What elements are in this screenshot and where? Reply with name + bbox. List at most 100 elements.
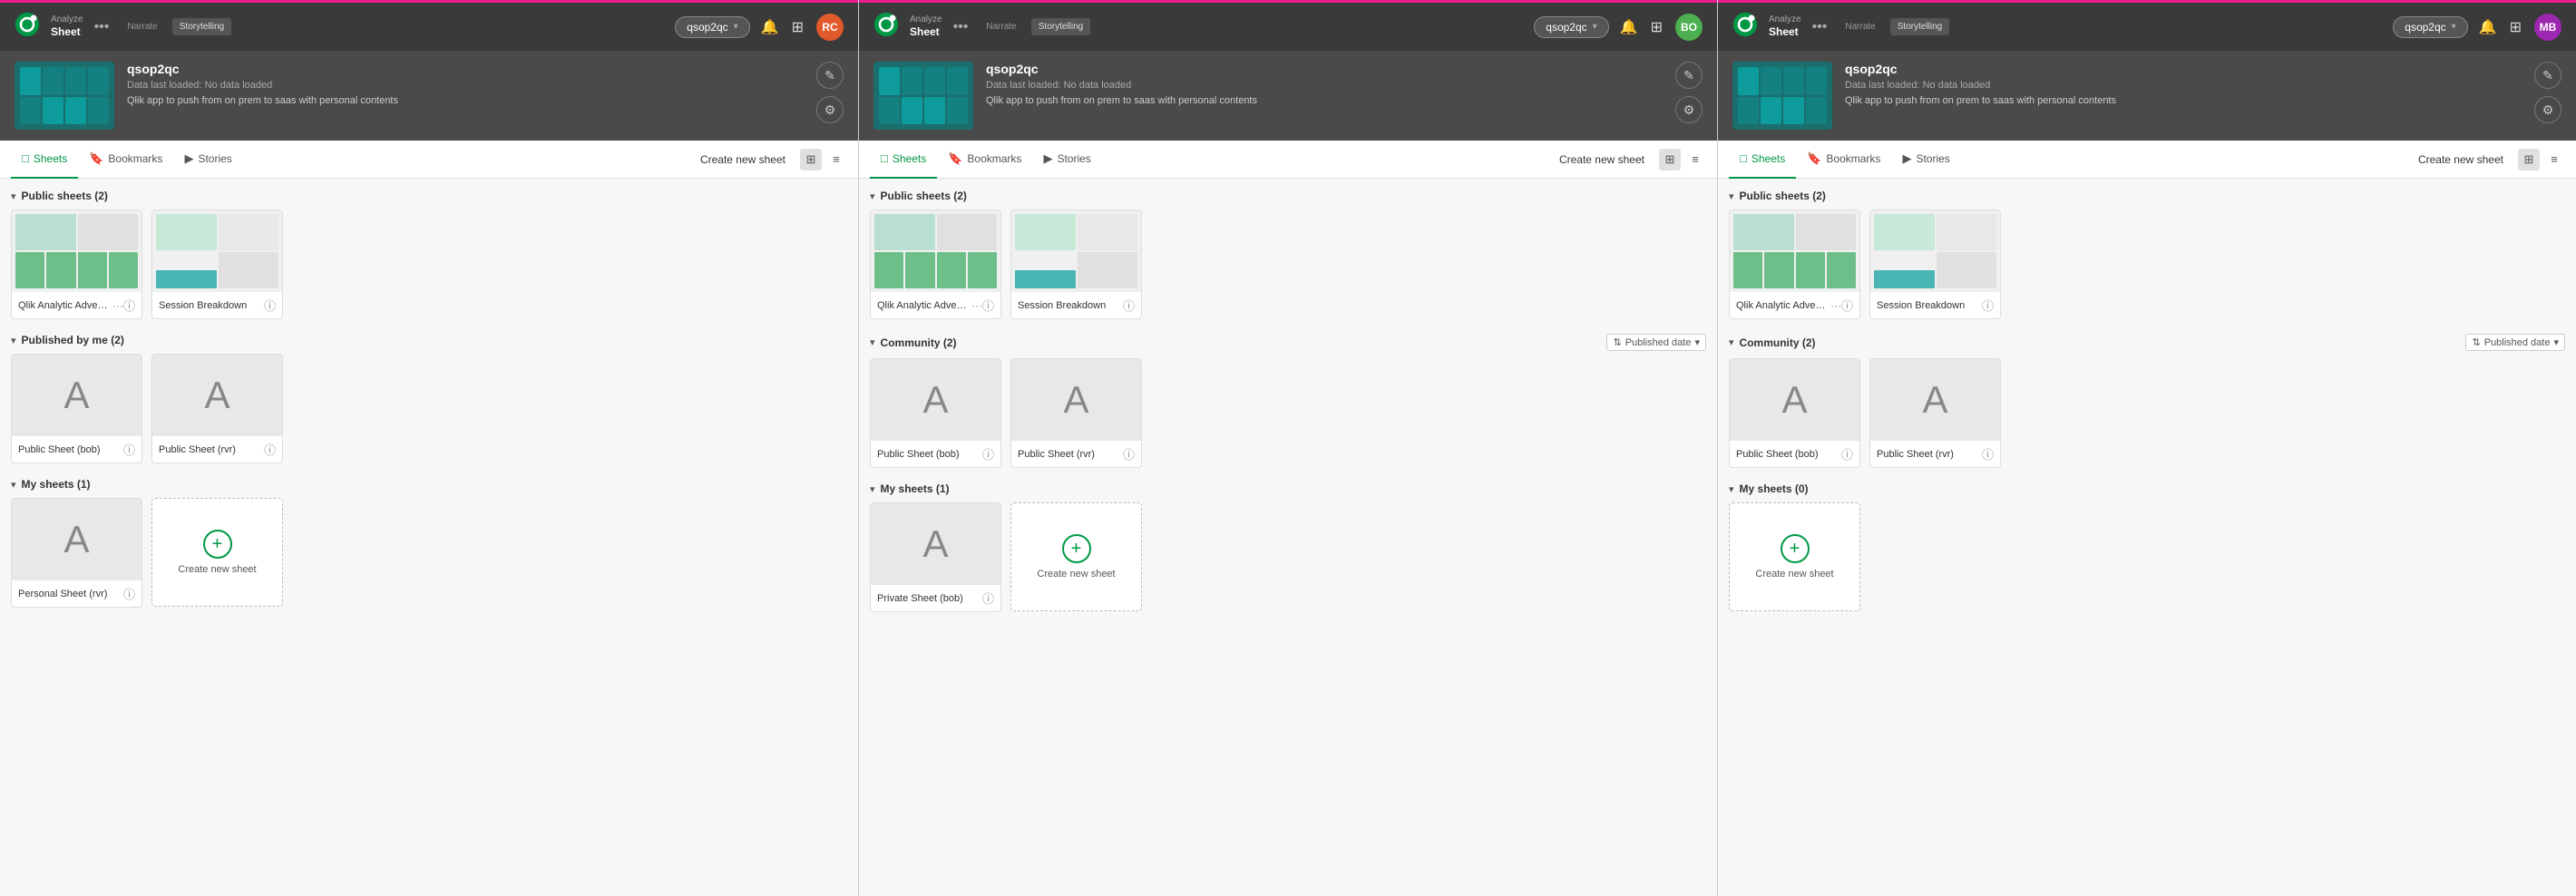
grid-view-button[interactable]: ⊞ xyxy=(2518,149,2540,170)
section-header[interactable]: ▾ Published by me (2) xyxy=(11,334,847,346)
info-icon[interactable]: ⓘ xyxy=(123,585,135,602)
settings-button[interactable]: ⚙ xyxy=(816,96,844,123)
topbar-more-icon[interactable]: ••• xyxy=(953,19,969,35)
section-header[interactable]: ▾ Community (2) ⇅ Published date ▾ xyxy=(1729,334,2565,351)
sheet-card[interactable]: A Public Sheet (rvr) ⓘ xyxy=(1869,358,2001,468)
info-icon[interactable]: ⓘ xyxy=(982,445,994,463)
settings-button[interactable]: ⚙ xyxy=(2534,96,2561,123)
sheet-ellipsis[interactable]: ··· xyxy=(1830,299,1841,312)
sheet-card[interactable]: A Public Sheet (bob) ⓘ xyxy=(11,354,142,463)
topbar-more-icon[interactable]: ••• xyxy=(1812,19,1828,35)
section-header[interactable]: ▾ My sheets (0) xyxy=(1729,482,2565,495)
sheet-ellipsis[interactable]: ··· xyxy=(112,299,123,312)
create-new-sheet-card[interactable]: + Create new sheet xyxy=(151,498,283,607)
user-avatar[interactable]: BO xyxy=(1675,14,1703,41)
settings-button[interactable]: ⚙ xyxy=(1675,96,1703,123)
grid-view-button[interactable]: ⊞ xyxy=(1659,149,1681,170)
edit-button[interactable]: ✎ xyxy=(1675,62,1703,89)
sort-dropdown[interactable]: ⇅ Published date ▾ xyxy=(2465,334,2565,351)
tab-bookmarks-label: Bookmarks xyxy=(1826,152,1880,165)
sheet-card[interactable]: Session Breakdown ⓘ xyxy=(1869,209,2001,319)
tab-sheets[interactable]: □ Sheets xyxy=(1729,141,1796,179)
sheet-card[interactable]: Qlik Analytic Adventure ··· ⓘ xyxy=(1729,209,1860,319)
info-icon[interactable]: ⓘ xyxy=(123,297,135,314)
panel-panel-3: Analyze Sheet ••• Narrate Storytelling q… xyxy=(1718,0,2576,896)
tab-sheets[interactable]: □ Sheets xyxy=(870,141,937,179)
sheet-card[interactable]: Session Breakdown ⓘ xyxy=(1010,209,1142,319)
create-new-sheet-card[interactable]: + Create new sheet xyxy=(1729,502,1860,611)
sheet-name: Public Sheet (bob) xyxy=(18,444,101,455)
info-icon[interactable]: ⓘ xyxy=(1123,445,1135,463)
tab-stories[interactable]: ▶ Stories xyxy=(173,141,242,179)
sheet-card[interactable]: A Public Sheet (rvr) ⓘ xyxy=(1010,358,1142,468)
sheet-name: Public Sheet (bob) xyxy=(877,449,960,460)
info-icon[interactable]: ⓘ xyxy=(1841,445,1853,463)
info-icon[interactable]: ⓘ xyxy=(982,589,994,607)
tab-bookmarks[interactable]: 🔖 Bookmarks xyxy=(1796,141,1891,179)
apps-grid-icon[interactable]: ⊞ xyxy=(1651,18,1663,36)
grid-view-button[interactable]: ⊞ xyxy=(800,149,822,170)
app-selector[interactable]: qsop2qc ▾ xyxy=(675,16,749,38)
section-header[interactable]: ▾ Public sheets (2) xyxy=(870,190,1706,202)
section-header[interactable]: ▾ Public sheets (2) xyxy=(1729,190,2565,202)
tab-bookmarks[interactable]: 🔖 Bookmarks xyxy=(937,141,1032,179)
sheet-card[interactable]: A Public Sheet (rvr) ⓘ xyxy=(151,354,283,463)
app-selector[interactable]: qsop2qc ▾ xyxy=(1534,16,1608,38)
list-view-button[interactable]: ≡ xyxy=(825,149,847,170)
bell-icon[interactable]: 🔔 xyxy=(1620,18,1638,36)
section-header[interactable]: ▾ Public sheets (2) xyxy=(11,190,847,202)
create-new-sheet-button[interactable]: Create new sheet xyxy=(693,150,793,170)
app-actions: ✎ ⚙ xyxy=(816,62,844,123)
sheet-card[interactable]: Qlik Analytic Adventure ··· ⓘ xyxy=(870,209,1001,319)
tab-bookmarks-icon: 🔖 xyxy=(89,151,103,166)
sheet-thumbnail xyxy=(1730,210,1859,292)
tab-stories[interactable]: ▶ Stories xyxy=(1891,141,1960,179)
info-icon[interactable]: ⓘ xyxy=(982,297,994,314)
topbar-more-icon[interactable]: ••• xyxy=(94,19,110,35)
create-new-sheet-button[interactable]: Create new sheet xyxy=(2411,150,2511,170)
create-new-sheet-button[interactable]: Create new sheet xyxy=(1552,150,1652,170)
edit-button[interactable]: ✎ xyxy=(816,62,844,89)
tab-stories-label: Stories xyxy=(1916,152,1949,165)
sheet-card[interactable]: Session Breakdown ⓘ xyxy=(151,209,283,319)
sheet-card[interactable]: A Public Sheet (bob) ⓘ xyxy=(1729,358,1860,468)
edit-button[interactable]: ✎ xyxy=(2534,62,2561,89)
info-icon[interactable]: ⓘ xyxy=(123,441,135,458)
sheet-card[interactable]: A Private Sheet (bob) ⓘ xyxy=(870,502,1001,612)
section-header[interactable]: ▾ My sheets (1) xyxy=(11,478,847,491)
section-header[interactable]: ▾ My sheets (1) xyxy=(870,482,1706,495)
bell-icon[interactable]: 🔔 xyxy=(761,18,779,36)
app-selector-name: qsop2qc xyxy=(1546,21,1586,34)
section-header[interactable]: ▾ Community (2) ⇅ Published date ▾ xyxy=(870,334,1706,351)
sheet-ellipsis[interactable]: ··· xyxy=(971,299,982,312)
app-selector[interactable]: qsop2qc ▾ xyxy=(2393,16,2467,38)
tab-bookmarks[interactable]: 🔖 Bookmarks xyxy=(78,141,173,179)
sort-dropdown[interactable]: ⇅ Published date ▾ xyxy=(1606,334,1706,351)
user-avatar[interactable]: MB xyxy=(2534,14,2561,41)
section-my-sheets: ▾ My sheets (1) A Personal Sheet (rvr) ⓘ… xyxy=(11,478,847,608)
sheet-name: Qlik Analytic Adventure xyxy=(877,300,970,311)
sheet-card[interactable]: A Personal Sheet (rvr) ⓘ xyxy=(11,498,142,608)
content-area: ▾ Public sheets (2) Qlik Analytic Advent… xyxy=(0,179,858,896)
apps-grid-icon[interactable]: ⊞ xyxy=(792,18,804,36)
list-view-button[interactable]: ≡ xyxy=(1684,149,1706,170)
list-view-button[interactable]: ≡ xyxy=(2543,149,2565,170)
info-icon[interactable]: ⓘ xyxy=(264,441,276,458)
sheet-card[interactable]: Qlik Analytic Adventure ··· ⓘ xyxy=(11,209,142,319)
create-new-sheet-card[interactable]: + Create new sheet xyxy=(1010,502,1142,611)
info-icon[interactable]: ⓘ xyxy=(1841,297,1853,314)
info-icon[interactable]: ⓘ xyxy=(1982,297,1994,314)
panel-panel-1: Analyze Sheet ••• Narrate Storytelling q… xyxy=(0,0,859,896)
user-avatar[interactable]: RC xyxy=(816,14,844,41)
tab-sheets[interactable]: □ Sheets xyxy=(11,141,78,179)
info-icon[interactable]: ⓘ xyxy=(264,297,276,314)
sheet-card[interactable]: A Public Sheet (bob) ⓘ xyxy=(870,358,1001,468)
tab-stories[interactable]: ▶ Stories xyxy=(1032,141,1101,179)
info-icon[interactable]: ⓘ xyxy=(1123,297,1135,314)
sheet-info-bar: Qlik Analytic Adventure ··· ⓘ xyxy=(12,292,141,318)
info-icon[interactable]: ⓘ xyxy=(1982,445,1994,463)
mode-label: Analyze xyxy=(51,15,83,25)
section-community: ▾ Community (2) ⇅ Published date ▾ A Pub… xyxy=(870,334,1706,468)
bell-icon[interactable]: 🔔 xyxy=(2479,18,2497,36)
apps-grid-icon[interactable]: ⊞ xyxy=(2510,18,2522,36)
